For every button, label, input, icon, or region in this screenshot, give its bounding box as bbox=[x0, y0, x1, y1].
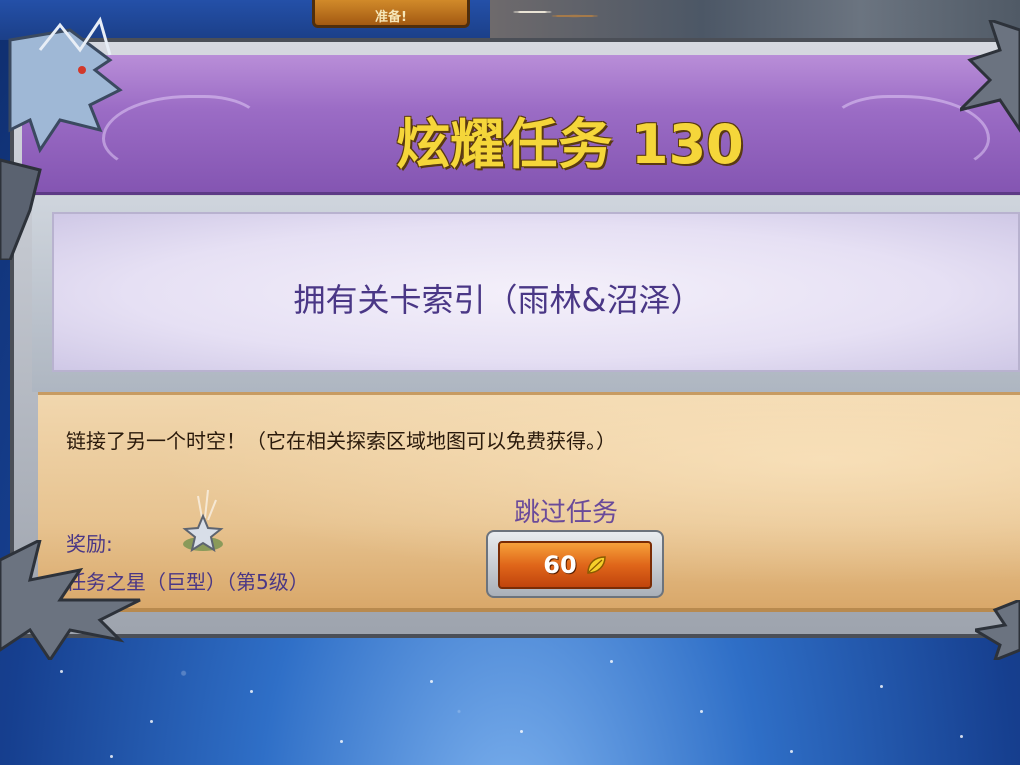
quest-story: 链接了另一个时空！（它在相关探索区域地图可以免费获得。） bbox=[66, 429, 616, 453]
skip-quest-button[interactable]: 60 bbox=[486, 530, 664, 598]
leaf-icon bbox=[586, 556, 606, 574]
dragon-ornament bbox=[0, 16, 123, 260]
bat-wing-ornament-right-bottom bbox=[975, 600, 1020, 660]
skip-button-face[interactable]: 60 bbox=[498, 541, 652, 589]
skip-quest-label: 跳过任务 bbox=[514, 498, 619, 528]
bat-wing-ornament-right bbox=[960, 20, 1020, 133]
star-icon bbox=[182, 489, 224, 553]
ready-button[interactable]: 准备! bbox=[312, 0, 470, 28]
rock-scenery bbox=[490, 0, 1020, 40]
skip-cost: 60 bbox=[543, 551, 577, 579]
quest-objective: 拥有关卡索引（雨林&沼泽） bbox=[293, 281, 703, 319]
bat-wing-ornament-left bbox=[0, 540, 141, 660]
